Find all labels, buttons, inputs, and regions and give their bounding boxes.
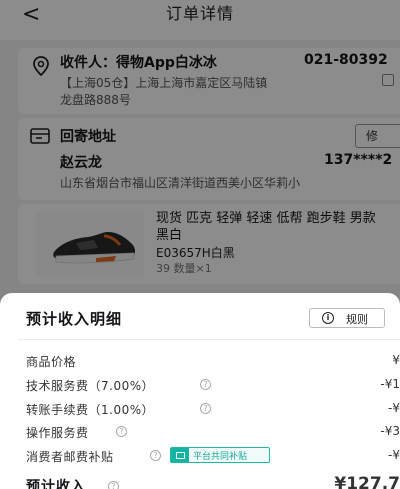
- row-label: 技术服务费（7.00%）: [26, 379, 155, 393]
- row-label: 转账手续费（1.00%）: [26, 403, 155, 417]
- rules-label: 规则: [346, 313, 368, 326]
- divider: [18, 339, 400, 340]
- row-label: 操作服务费: [26, 426, 89, 440]
- total-value: ¥127.7: [334, 474, 400, 489]
- rules-button[interactable]: i 规则: [309, 308, 385, 328]
- row-product-price: 商品价格 ¥: [26, 353, 400, 371]
- row-expected-income: 预计收入 ? ¥127.7: [26, 474, 400, 489]
- badge-label: 平台共同补贴: [193, 452, 248, 462]
- row-operation-fee: 操作服务费 ? -¥3: [26, 424, 400, 442]
- help-icon[interactable]: ?: [150, 450, 161, 461]
- row-value: ¥: [392, 353, 400, 367]
- help-icon[interactable]: ?: [200, 403, 211, 414]
- help-icon[interactable]: ?: [116, 426, 127, 437]
- row-value: -¥: [388, 401, 400, 415]
- help-icon[interactable]: ?: [108, 481, 119, 489]
- row-transfer-fee: 转账手续费（1.00%） ? -¥: [26, 401, 400, 419]
- row-label: 消费者邮费补贴: [26, 450, 114, 464]
- total-label: 预计收入: [26, 479, 86, 489]
- row-value: -¥3: [380, 424, 400, 438]
- income-detail-sheet: 预计收入明细 i 规则 商品价格 ¥ 技术服务费（7.00%） ? -¥1 转账…: [0, 293, 400, 489]
- row-value: -¥1: [380, 377, 400, 391]
- row-value: -¥: [388, 448, 400, 462]
- sheet-title: 预计收入明细: [26, 310, 123, 328]
- subsidy-icon: [171, 448, 189, 462]
- row-tech-fee: 技术服务费（7.00%） ? -¥1: [26, 377, 400, 395]
- row-label: 商品价格: [26, 355, 77, 369]
- help-icon[interactable]: ?: [200, 379, 211, 390]
- info-icon: i: [322, 312, 334, 324]
- row-shipping-subsidy: 消费者邮费补贴 ? 平台共同补贴 -¥: [26, 447, 400, 466]
- platform-subsidy-badge: 平台共同补贴: [170, 447, 270, 463]
